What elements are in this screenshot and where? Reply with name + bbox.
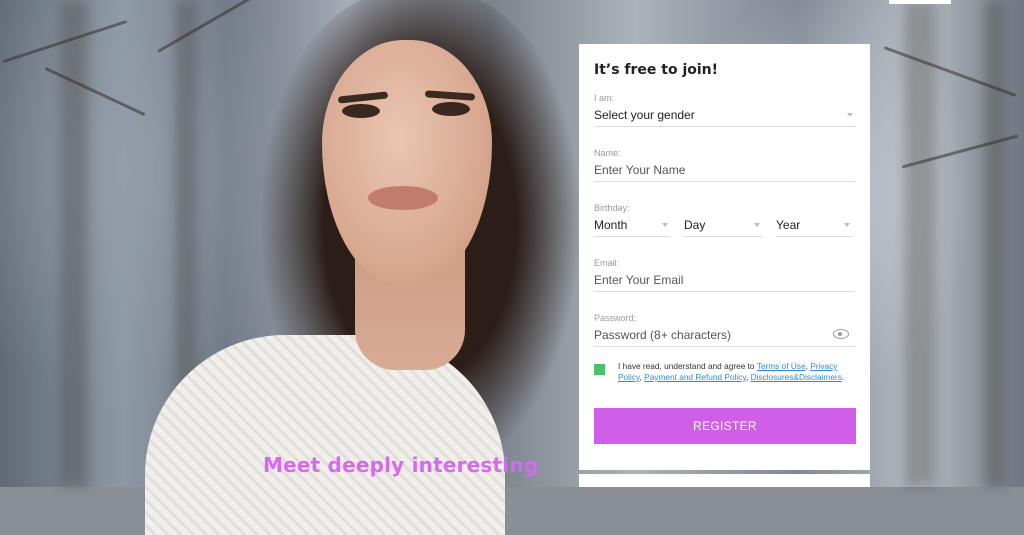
panel-title: It’s free to join! [594, 62, 719, 78]
consent-checkbox[interactable] [594, 364, 605, 375]
top-tab[interactable] [889, 0, 951, 4]
hero-tagline: Meet deeply interesting [263, 453, 539, 477]
email-field: Email: Enter Your Email [594, 257, 855, 292]
branch [157, 0, 263, 53]
name-placeholder: Enter Your Name [594, 163, 686, 177]
birth-year-select[interactable]: Year [776, 214, 852, 237]
registration-panel: It’s free to join! I am: Select your gen… [579, 44, 870, 470]
tree-trunk [985, 0, 1005, 487]
password-label: Password: [594, 313, 637, 323]
chevron-down-icon [844, 223, 850, 227]
password-placeholder: Password (8+ characters) [594, 328, 732, 342]
payment-refund-policy-link[interactable]: Payment and Refund Policy [644, 372, 746, 382]
woman-sweater [145, 335, 505, 535]
email-input[interactable]: Enter Your Email [594, 269, 855, 292]
consent-row: I have read, understand and agree to Ter… [594, 361, 855, 383]
show-password-eye-icon[interactable] [833, 329, 849, 339]
name-label: Name: [594, 148, 621, 158]
gender-field: I am: Select your gender [594, 92, 855, 127]
consent-text: I have read, understand and agree to Ter… [618, 361, 855, 383]
tree-trunk [905, 0, 935, 487]
chevron-down-icon [754, 223, 760, 227]
birthday-field: Birthday: Month Day Year [594, 202, 855, 237]
birth-day-value: Day [684, 218, 706, 232]
chevron-down-icon [662, 223, 668, 227]
name-field: Name: Enter Your Name [594, 147, 855, 182]
birth-day-select[interactable]: Day [684, 214, 762, 237]
consent-suffix: . [841, 372, 845, 382]
birth-year-value: Year [776, 218, 801, 232]
register-button[interactable]: REGISTER [594, 408, 856, 444]
tree-trunk [60, 0, 88, 487]
eye [432, 102, 470, 116]
name-input[interactable]: Enter Your Name [594, 159, 855, 182]
gender-select[interactable]: Select your gender [594, 104, 855, 127]
password-input[interactable]: Password (8+ characters) [594, 324, 855, 347]
email-placeholder: Enter Your Email [594, 273, 684, 287]
lips [368, 186, 438, 210]
birth-month-value: Month [594, 218, 628, 232]
birth-month-select[interactable]: Month [594, 214, 670, 237]
gender-label: I am: [594, 93, 615, 103]
consent-prefix: I have read, understand and agree to [618, 361, 757, 371]
email-label: Email: [594, 258, 620, 268]
terms-of-use-link[interactable]: Terms of Use [757, 361, 806, 371]
birthday-label: Birthday: [594, 203, 630, 213]
gender-select-value: Select your gender [594, 108, 695, 122]
password-field: Password: Password (8+ characters) [594, 312, 855, 347]
eye [342, 104, 380, 118]
disclosures-disclaimers-link[interactable]: Disclosures&Disclaimers [751, 372, 842, 382]
panel-continuation [579, 474, 870, 487]
chevron-down-icon [847, 113, 853, 117]
